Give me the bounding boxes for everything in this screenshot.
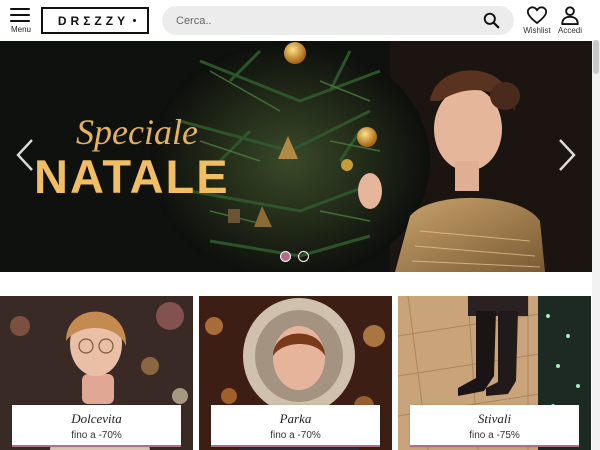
- site-logo[interactable]: DRΣZZY: [41, 7, 149, 34]
- category-discount: fino a -75%: [469, 430, 520, 441]
- hero-title-main: NATALE: [34, 150, 230, 203]
- category-card: Parka fino a -70%: [211, 405, 380, 447]
- site-header: Menu DRΣZZY Wishlist Accedi: [0, 0, 600, 40]
- slide-dot-1[interactable]: [280, 251, 291, 262]
- search-icon[interactable]: [483, 12, 500, 29]
- category-discount: fino a -70%: [270, 430, 321, 441]
- scrollbar-thumb[interactable]: [593, 40, 599, 74]
- category-grid: Dolcevita fino a -70% Parka fino a -70%: [0, 296, 592, 450]
- slide-dot-2[interactable]: [298, 251, 309, 262]
- login-label: Accedi: [557, 26, 582, 35]
- category-name: Parka: [279, 411, 312, 426]
- hamburger-icon: [10, 8, 30, 22]
- category-tile-parka[interactable]: Parka fino a -70%: [199, 296, 392, 450]
- category-card: Dolcevita fino a -70%: [12, 405, 181, 447]
- hero-banner[interactable]: Speciale NATALE: [0, 41, 592, 272]
- page-scrollbar[interactable]: [592, 40, 600, 450]
- hero-title-script: Speciale: [76, 112, 198, 152]
- category-name: Stivali: [477, 411, 512, 426]
- category-name: Dolcevita: [71, 411, 122, 426]
- search-bar: [162, 6, 514, 35]
- chevron-right-icon[interactable]: [556, 137, 578, 173]
- logo-dot: [133, 19, 137, 22]
- wishlist-button[interactable]: Wishlist: [521, 5, 553, 37]
- category-card: Stivali fino a -75%: [410, 405, 579, 447]
- menu-label: Menu: [10, 25, 31, 34]
- category-tile-dolcevita[interactable]: Dolcevita fino a -70%: [0, 296, 193, 450]
- slider-pagination: [280, 251, 309, 262]
- chevron-left-icon[interactable]: [14, 137, 36, 173]
- category-discount: fino a -70%: [71, 430, 122, 441]
- user-icon: [561, 6, 579, 25]
- heart-icon: [527, 6, 547, 24]
- login-button[interactable]: Accedi: [554, 5, 586, 37]
- menu-button[interactable]: Menu: [8, 6, 34, 36]
- search-input[interactable]: [176, 11, 476, 30]
- logo-text: DRΣZZY: [57, 13, 130, 28]
- category-tile-stivali[interactable]: Stivali fino a -75%: [398, 296, 591, 450]
